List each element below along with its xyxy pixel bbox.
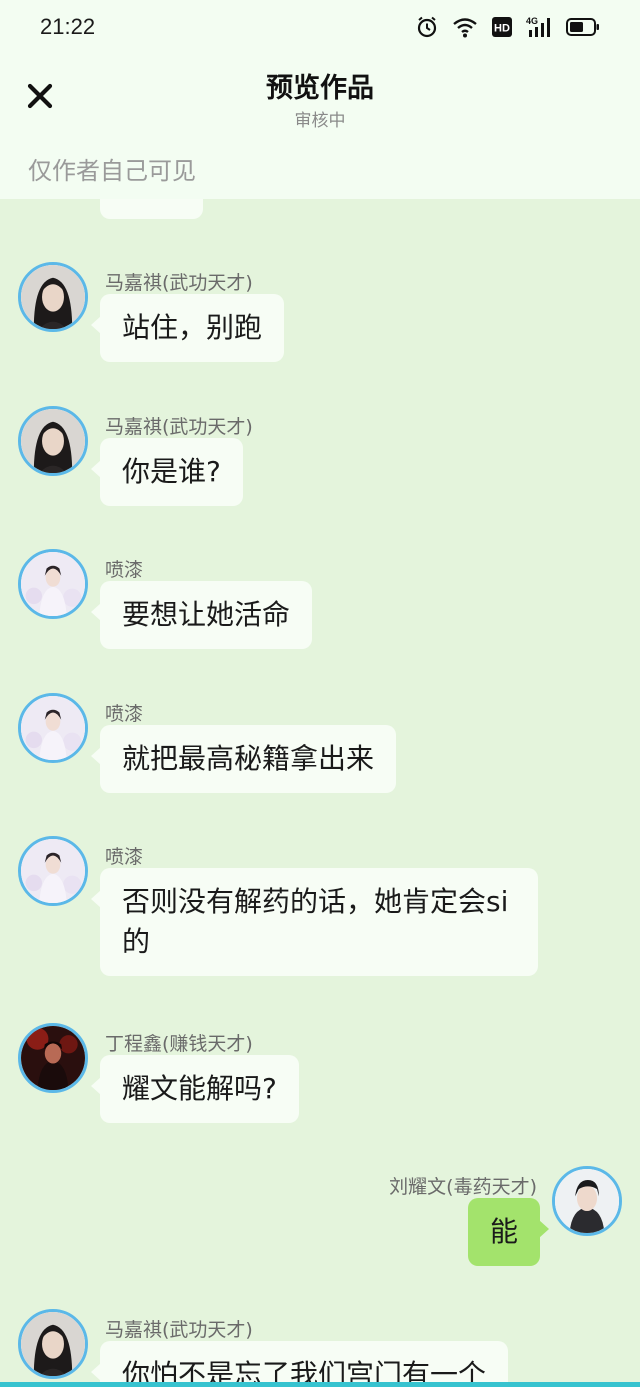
avatar-penqi[interactable] xyxy=(18,836,88,906)
chat-list[interactable]: 马嘉祺(武功天才) 站住，别跑 马嘉祺(武功天才) 你是谁? 喷漆 要想让她活命… xyxy=(0,199,640,1387)
avatar-majiaqi[interactable] xyxy=(18,1309,88,1379)
message-bubble[interactable]: 站住，别跑 xyxy=(90,294,285,362)
partial-message-bubble xyxy=(100,199,203,219)
message-bubble[interactable]: 你怕不是忘了我们宫门有一个 xyxy=(90,1341,509,1387)
sender-name: 丁程鑫(赚钱天才) xyxy=(105,1033,253,1055)
signal-4g-icon: 4G xyxy=(526,16,552,38)
avatar-liuyaowen[interactable] xyxy=(552,1166,622,1236)
sender-name: 马嘉祺(武功天才) xyxy=(105,1319,253,1341)
bottom-progress-bar xyxy=(0,1382,640,1387)
status-icons: HD 4G xyxy=(416,16,600,38)
alarm-icon xyxy=(416,16,438,38)
sender-name: 喷漆 xyxy=(105,559,144,581)
status-bar: 21:22 HD 4G xyxy=(0,0,640,56)
message-bubble[interactable]: 要想让她活命 xyxy=(90,581,313,649)
battery-icon xyxy=(566,17,600,37)
sender-name: 喷漆 xyxy=(105,846,144,868)
status-time: 21:22 xyxy=(40,14,96,39)
sender-name: 马嘉祺(武功天才) xyxy=(105,272,253,294)
sender-name: 喷漆 xyxy=(105,703,144,725)
nav-bar: 预览作品 审核中 xyxy=(0,56,640,142)
page-title: 预览作品 xyxy=(266,73,374,104)
message-bubble[interactable]: 就把最高秘籍拿出来 xyxy=(90,725,397,793)
avatar-dingchengxin[interactable] xyxy=(18,1023,88,1093)
network-label: 4G xyxy=(526,16,538,26)
message-bubble[interactable]: 能 xyxy=(467,1198,550,1266)
hd-icon: HD xyxy=(492,17,512,37)
avatar-majiaqi[interactable] xyxy=(18,262,88,332)
hd-label: HD xyxy=(494,23,510,35)
review-status: 审核中 xyxy=(294,111,346,131)
message-bubble[interactable]: 否则没有解药的话，她肯定会si的 xyxy=(91,868,538,976)
avatar-penqi[interactable] xyxy=(18,549,88,619)
sender-name: 马嘉祺(武功天才) xyxy=(105,416,253,438)
sender-name: 刘耀文(毒药天才) xyxy=(389,1176,537,1198)
wifi-icon xyxy=(452,16,478,38)
avatar-majiaqi[interactable] xyxy=(18,406,88,476)
visibility-note: 仅作者自己可见 xyxy=(28,157,196,185)
message-bubble[interactable]: 你是谁? xyxy=(91,438,243,506)
avatar-penqi[interactable] xyxy=(18,693,88,763)
top-header: 21:22 HD 4G 预览作品 审核中 仅作者自己可见 xyxy=(0,0,640,199)
message-bubble[interactable]: 耀文能解吗? xyxy=(91,1055,299,1123)
